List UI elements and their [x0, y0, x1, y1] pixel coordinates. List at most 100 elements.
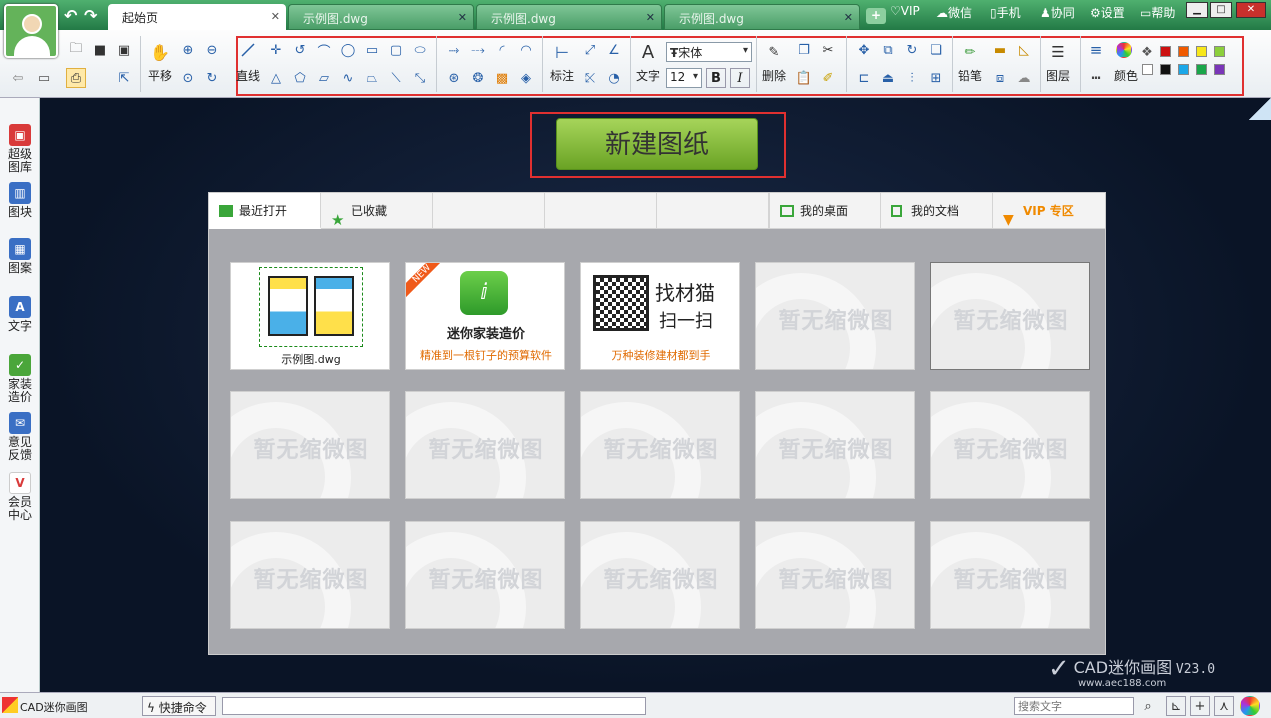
eraser-icon[interactable]: ✎: [764, 42, 784, 62]
array-icon[interactable]: ❏: [926, 40, 946, 60]
match-prop-icon[interactable]: ✐: [818, 68, 838, 88]
empty-thumb[interactable]: 暂无缩微图: [755, 262, 915, 370]
measure-icon[interactable]: ▬: [990, 40, 1010, 60]
close-window-button[interactable]: ✕: [1236, 2, 1266, 18]
crosshair-icon[interactable]: +: [1190, 696, 1210, 716]
mirror-icon[interactable]: ⫶: [902, 68, 922, 88]
insert-image-icon[interactable]: ⧈: [990, 68, 1010, 88]
line-label[interactable]: 直线: [236, 67, 260, 84]
user-avatar[interactable]: [4, 4, 58, 58]
close-icon[interactable]: ✕: [271, 10, 280, 23]
arc-return-icon[interactable]: ↺: [290, 40, 310, 60]
zoom-in-icon[interactable]: ⊕: [178, 40, 198, 60]
open-folder-icon[interactable]: 🗀: [66, 40, 86, 60]
pan-hand-icon[interactable]: ✋: [150, 42, 170, 62]
explode-icon[interactable]: ⏏: [878, 68, 898, 88]
save-icon[interactable]: ■: [90, 40, 110, 60]
empty-thumb[interactable]: 暂无缩微图: [405, 391, 565, 499]
trim-icon[interactable]: ⤑: [444, 40, 464, 60]
italic-button[interactable]: I: [730, 68, 750, 88]
aligned-dim-icon[interactable]: ⤢: [580, 40, 600, 60]
copy-icon[interactable]: ❐: [794, 40, 814, 60]
print-icon[interactable]: ⎙: [66, 68, 86, 88]
sidebar-item-vip[interactable]: V 会员中心: [0, 472, 40, 522]
diagonal-line-icon[interactable]: ⟍: [386, 68, 406, 88]
move-icon[interactable]: ✥: [854, 40, 874, 60]
bold-button[interactable]: B: [706, 68, 726, 88]
tab-drawing-2[interactable]: 示例图.dwg ✕: [476, 4, 662, 30]
cloud-icon[interactable]: ☁: [1014, 68, 1034, 88]
font-size-select[interactable]: 12 ▾: [666, 68, 702, 88]
empty-thumb[interactable]: 暂无缩微图: [230, 521, 390, 629]
offset-icon[interactable]: ❂: [468, 68, 488, 88]
pentagon-icon[interactable]: ⬠: [290, 68, 310, 88]
circle-icon[interactable]: ◯: [338, 40, 358, 60]
area-measure-icon[interactable]: ◺: [1014, 40, 1034, 60]
sidebar-item-feedback[interactable]: ✉ 意见反馈: [0, 412, 40, 462]
zoom-refresh-icon[interactable]: ↻: [202, 68, 222, 88]
ad-material-cat[interactable]: 找材猫 扫一扫 万种装修建材都到手: [580, 262, 740, 370]
rectangle-icon[interactable]: ▭: [362, 40, 382, 60]
rounded-rect-icon[interactable]: ▢: [386, 40, 406, 60]
color-wheel-icon[interactable]: [1240, 696, 1260, 716]
save-as-icon[interactable]: ▣: [114, 40, 134, 60]
line-icon[interactable]: [238, 40, 258, 60]
ellipse-icon[interactable]: ⬭: [410, 40, 430, 60]
stretch-icon[interactable]: ⊏: [854, 68, 874, 88]
pencil-label[interactable]: 铅笔: [958, 67, 982, 84]
tab-favorites[interactable]: ★ 已收藏: [321, 193, 433, 229]
empty-thumb[interactable]: 暂无缩微图: [930, 391, 1090, 499]
redo-icon[interactable]: ↷: [84, 6, 97, 25]
annotate-label[interactable]: 标注: [550, 67, 574, 84]
ad-cost-software[interactable]: NEW ⅈ 迷你家装造价 精准到一根钉子的预算软件: [405, 262, 565, 370]
empty-thumb[interactable]: 暂无缩微图: [930, 262, 1090, 370]
text-label[interactable]: 文字: [636, 67, 660, 84]
help-menu[interactable]: ▭帮助: [1140, 4, 1175, 21]
leader-icon[interactable]: ⤪: [580, 68, 600, 88]
hatch-icon[interactable]: ▩: [492, 68, 512, 88]
parallelogram-icon[interactable]: ▱: [314, 68, 334, 88]
zoom-window-icon[interactable]: ⊙: [178, 68, 198, 88]
export-icon[interactable]: ⇱: [114, 68, 134, 88]
quick-command-button[interactable]: ϟ 快捷命令: [142, 696, 216, 716]
phone-menu[interactable]: ▯手机: [990, 4, 1021, 21]
dimension-icon[interactable]: ⊢: [552, 42, 572, 62]
fill-icon[interactable]: ◈: [516, 68, 536, 88]
close-icon[interactable]: ✕: [458, 11, 467, 24]
font-select[interactable]: Ŧ宋体 ▾: [666, 42, 752, 62]
color-swatch-lightgreen[interactable]: [1214, 46, 1225, 57]
empty-thumb[interactable]: 暂无缩微图: [930, 521, 1090, 629]
tab-desktop[interactable]: 我的桌面: [769, 193, 881, 229]
layer-stack-icon[interactable]: ❖: [1140, 42, 1154, 62]
layer-label[interactable]: 图层: [1046, 67, 1070, 84]
sidebar-item-blocks[interactable]: ▥ 图块: [0, 182, 40, 219]
tab-drawing-1[interactable]: 示例图.dwg ✕: [288, 4, 474, 30]
grid-array-icon[interactable]: ⊞: [926, 68, 946, 88]
corner-fold-icon[interactable]: [1249, 98, 1271, 120]
tab-vip[interactable]: ▼ VIP 专区: [993, 193, 1105, 229]
undo-icon[interactable]: ↶: [64, 6, 77, 25]
extend-icon[interactable]: ⤏: [468, 40, 488, 60]
search-icon[interactable]: ⌕: [1138, 696, 1158, 716]
zoom-out-icon[interactable]: ⊖: [202, 40, 222, 60]
wechat-menu[interactable]: ☁微信: [936, 4, 972, 21]
fillet-icon[interactable]: ◜: [492, 40, 512, 60]
settings-menu[interactable]: ⚙设置: [1090, 4, 1125, 21]
color-swatch-cyan[interactable]: [1178, 64, 1189, 75]
cut-icon[interactable]: ✂: [818, 40, 838, 60]
collab-menu[interactable]: ♟协同: [1040, 4, 1075, 21]
polyline-icon[interactable]: ✛: [266, 40, 286, 60]
chamfer-icon[interactable]: ◠: [516, 40, 536, 60]
back-icon[interactable]: ⇦: [8, 68, 28, 88]
line-type-icon[interactable]: ┅: [1086, 68, 1106, 88]
color-label[interactable]: 颜色: [1114, 67, 1138, 84]
color-swatch-red[interactable]: [1160, 46, 1171, 57]
color-swatch-orange[interactable]: [1178, 46, 1189, 57]
empty-thumb[interactable]: 暂无缩微图: [755, 391, 915, 499]
polar-icon[interactable]: ⋏: [1214, 696, 1234, 716]
tab-documents[interactable]: 我的文档: [881, 193, 993, 229]
minimize-button[interactable]: ▁: [1186, 2, 1208, 18]
text-tool-icon[interactable]: A: [638, 42, 658, 63]
color-swatch-purple[interactable]: [1214, 64, 1225, 75]
sidebar-item-pattern[interactable]: ▦ 图案: [0, 238, 40, 275]
